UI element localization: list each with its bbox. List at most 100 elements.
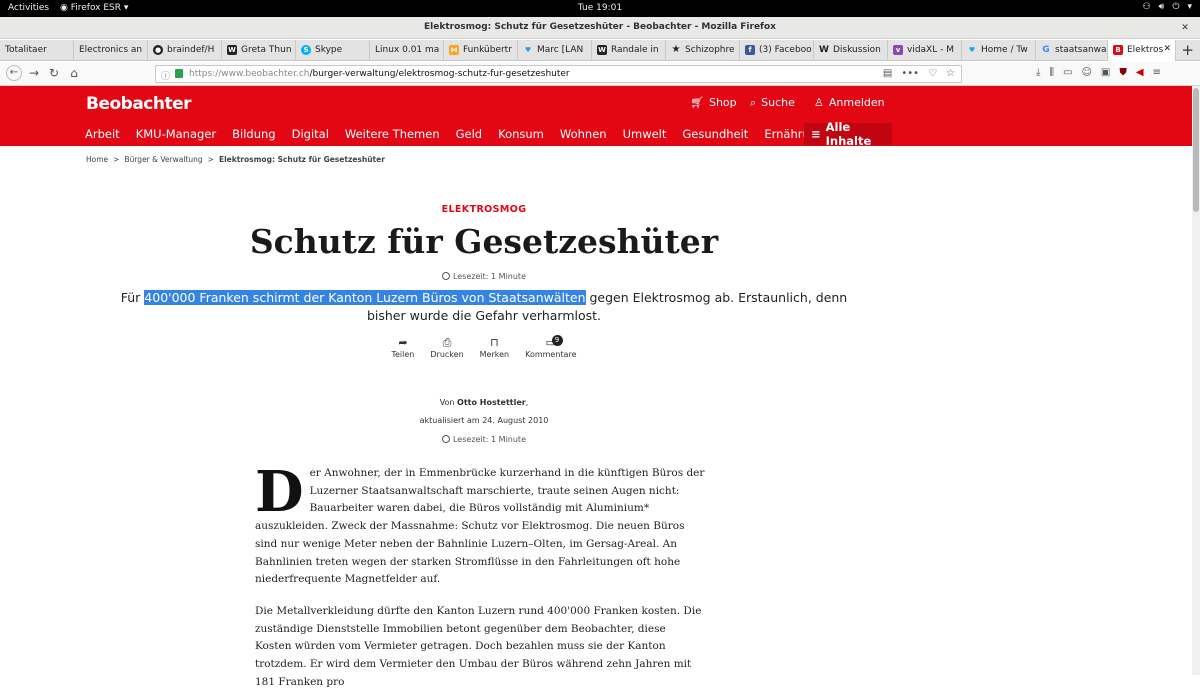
app-menu[interactable]: ◉ Firefox ESR ▾ xyxy=(60,3,128,13)
site-logo[interactable]: Beobachter xyxy=(86,94,192,114)
sidebar-icon[interactable]: ▭ xyxy=(1063,67,1072,78)
tab[interactable]: Totalitaer xyxy=(0,40,74,61)
extension-icon[interactable]: ▣ xyxy=(1101,67,1110,78)
downloads-icon[interactable]: ⤓ xyxy=(1036,67,1040,78)
tab[interactable]: ♥ Marc [LAN xyxy=(518,40,592,61)
nav-item-kmu-manager[interactable]: KMU-Manager xyxy=(128,127,224,141)
nav-item-gesundheit[interactable]: Gesundheit xyxy=(674,127,756,141)
nav-item-arbeit[interactable]: Arbeit xyxy=(77,127,128,141)
scrollbar-thumb[interactable] xyxy=(1193,88,1199,212)
menu-icon[interactable]: ≡ xyxy=(1153,67,1161,78)
reader-mode-icon[interactable]: ▤ xyxy=(883,68,892,79)
share-button[interactable]: ➦ Teilen xyxy=(391,336,414,359)
home-button[interactable]: ⌂ xyxy=(66,65,82,81)
skype-icon: S xyxy=(301,45,311,55)
login-link[interactable]: ♙ Anmelden xyxy=(814,96,894,109)
search-link[interactable]: ⌕ Suche xyxy=(750,96,800,110)
tab[interactable]: S Skype xyxy=(296,40,370,61)
all-content-button[interactable]: ≡ Alle Inhalte xyxy=(804,120,892,148)
drop-cap: D xyxy=(255,459,304,525)
forward-button[interactable]: → xyxy=(26,65,42,81)
nav-item-digital[interactable]: Digital xyxy=(284,127,337,141)
reading-time-label: Lesezeit: 1 Minute xyxy=(452,272,526,281)
tab[interactable]: ★ Schizophre xyxy=(666,40,740,61)
reload-button[interactable]: ↻ xyxy=(46,65,62,81)
tab-label: vidaXL - M xyxy=(907,45,954,55)
tab[interactable]: W Diskussion xyxy=(814,40,888,61)
clock-icon xyxy=(441,272,450,280)
tab[interactable]: W Randale in xyxy=(592,40,666,61)
nav-item-weitere-themen[interactable]: Weitere Themen xyxy=(337,127,448,141)
tab-label: Diskussion xyxy=(833,45,881,55)
url-host: https://www.beobachter.ch xyxy=(189,69,310,79)
activities-button[interactable]: Activities xyxy=(8,3,49,13)
twitter-icon: ♥ xyxy=(968,46,976,54)
bookmark-button[interactable]: ⊓ Merken xyxy=(480,336,509,359)
nav-item-umwelt[interactable]: Umwelt xyxy=(615,127,675,141)
nav-item-geld[interactable]: Geld xyxy=(448,127,490,141)
tab[interactable]: W Greta Thun xyxy=(222,40,296,61)
url-text[interactable]: https://www.beobachter.ch/burger-verwalt… xyxy=(189,69,570,79)
breadcrumb-separator: > xyxy=(113,155,120,164)
hamburger-icon: ≡ xyxy=(811,127,821,141)
tab-strip: Totalitaer Electronics an ● braindef/H WG… xyxy=(0,40,1200,61)
bookmark-icon: ⊓ xyxy=(490,336,499,349)
tab[interactable]: ● braindef/H xyxy=(148,40,222,61)
library-icon[interactable]: ⫼ xyxy=(1049,67,1054,78)
byline: Von Otto Hostettler, xyxy=(0,398,968,407)
tab[interactable]: f (3) Faceboo xyxy=(740,40,814,61)
app-menu-label: Firefox ESR xyxy=(70,3,122,13)
tab-label: Elektros xyxy=(1127,45,1164,55)
url-path: /burger-verwaltung/elektrosmog-schutz-fu… xyxy=(309,69,570,79)
breadcrumb-home[interactable]: Home xyxy=(86,155,108,164)
breadcrumb: Home > Bürger & Verwaltung > Elektrosmog… xyxy=(86,155,385,164)
firefox-icon: ◉ xyxy=(60,3,71,13)
ublock-icon[interactable]: ⛊ xyxy=(1119,67,1127,78)
nav-item-wohnen[interactable]: Wohnen xyxy=(552,127,615,141)
speaker-icon[interactable]: ◀ xyxy=(1136,67,1144,78)
account-icon[interactable]: ☺ xyxy=(1081,67,1091,78)
info-icon[interactable]: ⓘ xyxy=(161,69,170,82)
search-label: Suche xyxy=(761,96,795,109)
print-button[interactable]: ⎙ Drucken xyxy=(430,336,463,359)
shop-link[interactable]: 🛒︎ Shop xyxy=(690,96,737,109)
tab[interactable]: v vidaXL - M xyxy=(888,40,962,61)
tab[interactable]: Linux 0.01 ma xyxy=(370,40,444,61)
window-close-button[interactable]: ✕ xyxy=(1178,21,1192,35)
system-tray[interactable]: ⚇ 🔊︎ ⏻ ▾ xyxy=(1143,2,1192,12)
facebook-icon: f xyxy=(745,45,755,55)
url-bar[interactable]: ⓘ https://www.beobachter.ch/burger-verwa… xyxy=(155,65,962,83)
bookmark-star-icon[interactable]: ☆ xyxy=(946,68,955,79)
window-title: Elektrosmog: Schutz für Gesetzeshüter - … xyxy=(424,22,776,32)
nav-item-konsum[interactable]: Konsum xyxy=(490,127,552,141)
pocket-icon[interactable]: ♡ xyxy=(928,68,937,79)
wikipedia-icon: W xyxy=(227,45,237,55)
updated-date: aktualisiert am 24. August 2010 xyxy=(419,416,549,425)
tab[interactable]: ♥ Home / Tw xyxy=(962,40,1036,61)
reading-time-label: Lesezeit: 1 Minute xyxy=(452,435,526,444)
breadcrumb-section[interactable]: Bürger & Verwaltung xyxy=(124,155,202,164)
tab-label: Randale in xyxy=(611,45,659,55)
google-icon: G xyxy=(1042,45,1050,55)
network-icon: ⚇ xyxy=(1142,2,1151,12)
system-top-bar: Activities ◉ Firefox ESR ▾ Tue 19:01 ⚇ 🔊… xyxy=(0,0,1200,17)
back-button[interactable]: ← xyxy=(6,65,22,81)
printer-icon: ⎙ xyxy=(442,336,452,349)
tab-label: Skype xyxy=(315,45,343,55)
article-paragraph-1: Der Anwohner, der in Emmenbrücke kurzerh… xyxy=(255,459,705,589)
tab[interactable]: Gstaatsanwa xyxy=(1036,40,1108,61)
close-icon[interactable]: ✕ xyxy=(1163,44,1171,54)
page-scrollbar[interactable] xyxy=(1192,86,1200,675)
comments-label: Kommentare xyxy=(525,350,577,359)
lock-icon[interactable] xyxy=(175,69,183,78)
comments-button[interactable]: ▭ 9 Kommentare xyxy=(525,335,577,359)
tab[interactable]: Electronics an xyxy=(74,40,148,61)
author-name[interactable]: Otto Hostettler xyxy=(457,398,526,407)
nav-item-bildung[interactable]: Bildung xyxy=(224,127,283,141)
page-actions-icon[interactable]: ••• xyxy=(901,68,919,79)
wikipedia-icon: W xyxy=(819,45,829,55)
tab[interactable]: ⋈ Funkübertr xyxy=(444,40,518,61)
new-tab-button[interactable]: + xyxy=(1181,41,1194,59)
user-icon: ♙ xyxy=(814,96,824,109)
tab-active[interactable]: B Elektros ✕ xyxy=(1108,40,1176,61)
